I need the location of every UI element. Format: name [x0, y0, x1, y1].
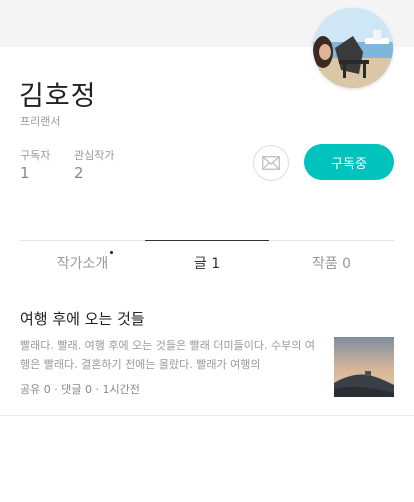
stat-subscribers[interactable]: 구독자 1 — [20, 147, 50, 182]
tab-label: 작가소개 — [56, 256, 109, 272]
article-meta: 공유 0 · 댓글 0 · 1시간전 — [20, 383, 140, 396]
stat-label: 구독자 — [20, 149, 51, 162]
stat-label: 관심작가 — [74, 149, 115, 162]
article-excerpt: 빨래다. 빨래. 여행 후에 오는 것들은 빨래 더미들이다. 수부의 여행은 … — [20, 339, 315, 371]
tab-posts[interactable]: 글 1 — [145, 240, 269, 284]
tab-works[interactable]: 작품 0 — [269, 241, 394, 285]
subscribe-button[interactable]: 구독중 — [304, 144, 394, 180]
stat-following[interactable]: 관심작가 2 — [74, 147, 114, 182]
stat-value: 1 — [20, 164, 30, 182]
profile-tabs: 작가소개 글 1 작품 0 — [20, 240, 394, 284]
avatar[interactable] — [313, 8, 393, 88]
new-dot-indicator — [110, 251, 113, 254]
article-title[interactable]: 여행 후에 오는 것들 — [20, 308, 320, 329]
envelope-icon — [262, 156, 280, 170]
stat-value: 2 — [74, 164, 84, 182]
section-divider — [0, 415, 414, 416]
thumbnail-image — [334, 337, 394, 397]
tab-author-intro[interactable]: 작가소개 — [20, 241, 145, 285]
tab-label: 작품 0 — [311, 256, 352, 272]
profile-name: 김호정 — [19, 81, 97, 112]
article-thumbnail[interactable] — [334, 337, 394, 397]
tab-label: 글 1 — [193, 255, 221, 272]
message-button[interactable] — [253, 145, 289, 181]
profile-job: 프리랜서 — [20, 115, 61, 128]
avatar-photo — [313, 8, 393, 88]
